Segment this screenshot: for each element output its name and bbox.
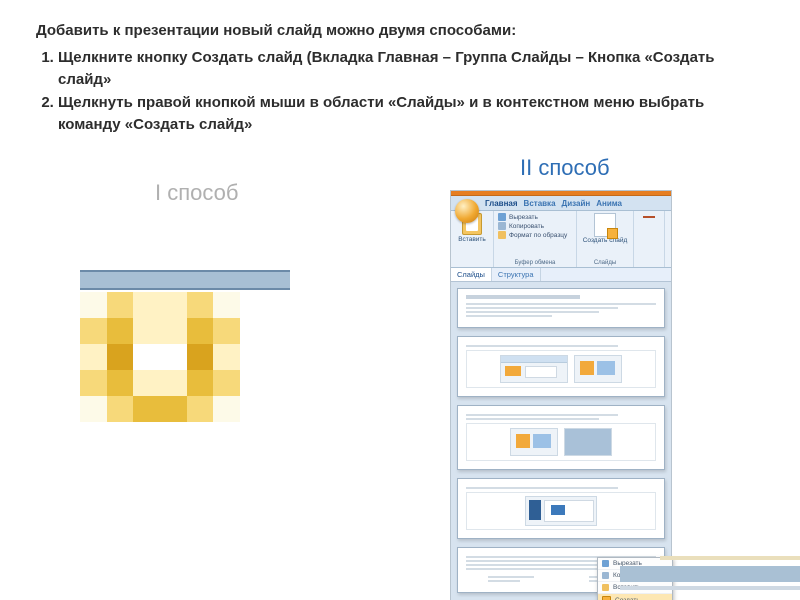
step-2: Щелкнуть правой кнопкой мыши в области «…	[58, 92, 764, 137]
decorative-stripes	[620, 556, 800, 590]
copy-icon	[602, 572, 609, 579]
delete-icon	[643, 216, 655, 218]
slides-group-caption: Слайды	[577, 260, 633, 266]
tab-design[interactable]: Дизайн	[562, 199, 591, 208]
method-1-image	[80, 270, 290, 422]
intro-text: Добавить к презентации новый слайд можно…	[36, 20, 764, 43]
slides-pane[interactable]: Вырезать Копировать Вставить Создать	[451, 282, 671, 600]
step-1: Щелкните кнопку Создать слайд (Вкладка Г…	[58, 47, 764, 92]
slide-thumbnail[interactable]	[457, 478, 665, 539]
cut-button[interactable]: Вырезать	[498, 213, 572, 221]
slide-thumbnail[interactable]	[457, 405, 665, 470]
tab-insert[interactable]: Вставка	[524, 199, 556, 208]
method-2-label: II способ	[520, 155, 610, 181]
delete-slide-button[interactable]	[634, 211, 665, 267]
pane-tab-slides[interactable]: Слайды	[451, 268, 492, 281]
steps-list: Щелкните кнопку Создать слайд (Вкладка Г…	[36, 47, 764, 137]
scissors-icon	[602, 560, 609, 567]
brush-icon	[498, 231, 506, 239]
new-slide-button[interactable]: Создать слайд Слайды	[577, 211, 634, 267]
mosaic-pattern	[80, 292, 240, 422]
format-painter-button[interactable]: Формат по образцу	[498, 231, 572, 239]
scissors-icon	[498, 213, 506, 221]
tab-home[interactable]: Главная	[485, 199, 518, 208]
copy-button[interactable]: Копировать	[498, 222, 572, 230]
paste-label: Вставить	[458, 236, 486, 243]
office-button-icon[interactable]	[455, 199, 479, 223]
copy-icon	[498, 222, 506, 230]
slides-pane-tabs: Слайды Структура	[451, 268, 671, 282]
new-slide-icon	[602, 596, 611, 600]
ctx-new-slide[interactable]: Создать	[598, 594, 672, 600]
clipboard-group-caption: Буфер обмена	[494, 260, 576, 266]
new-slide-icon	[594, 213, 616, 237]
new-slide-label: Создать слайд	[583, 238, 628, 245]
ribbon-tabs: Главная Вставка Дизайн Анима	[451, 196, 671, 211]
method-1-label: I способ	[155, 180, 238, 206]
pane-tab-outline[interactable]: Структура	[492, 268, 541, 281]
slide-thumbnail[interactable]	[457, 288, 665, 328]
clipboard-icon	[602, 584, 609, 591]
method-2-screenshot: Главная Вставка Дизайн Анима Вставить Вы…	[450, 190, 672, 600]
slide-thumbnail[interactable]	[457, 336, 665, 397]
tab-animation[interactable]: Анима	[596, 199, 622, 208]
